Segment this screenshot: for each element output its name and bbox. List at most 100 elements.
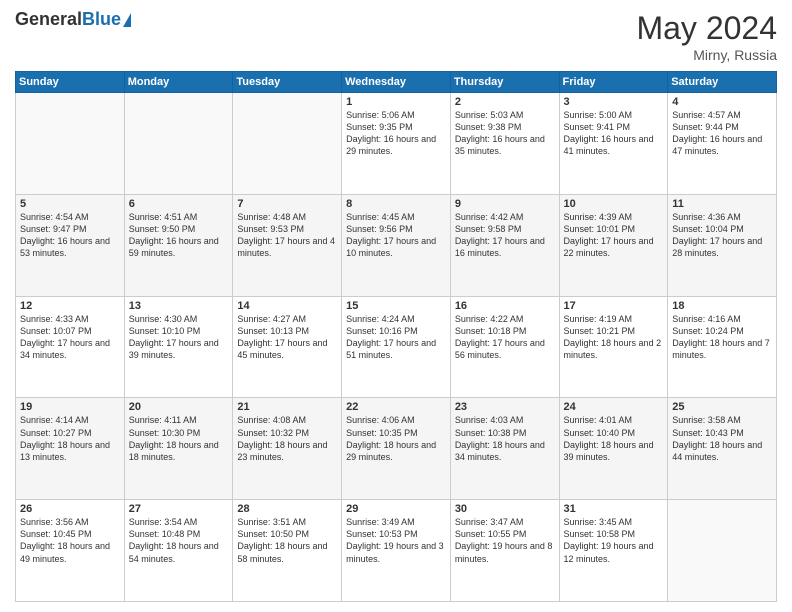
day-info: Sunrise: 4:24 AMSunset: 10:16 PMDaylight… [346, 314, 436, 360]
week-row-2: 5Sunrise: 4:54 AMSunset: 9:47 PMDaylight… [16, 194, 777, 296]
table-cell: 26 Sunrise: 3:56 AMSunset: 10:45 PMDaylig… [16, 500, 125, 602]
col-tuesday: Tuesday [233, 72, 342, 93]
table-cell: 6 Sunrise: 4:51 AMSunset: 9:50 PMDaylight… [124, 194, 233, 296]
day-number: 29 [346, 503, 446, 515]
day-info: Sunrise: 4:06 AMSunset: 10:35 PMDaylight… [346, 415, 436, 461]
day-info: Sunrise: 4:03 AMSunset: 10:38 PMDaylight… [455, 415, 545, 461]
table-cell [668, 500, 777, 602]
day-info: Sunrise: 3:54 AMSunset: 10:48 PMDaylight… [129, 517, 219, 563]
table-cell: 12 Sunrise: 4:33 AMSunset: 10:07 PMDaylig… [16, 296, 125, 398]
table-cell: 8 Sunrise: 4:45 AMSunset: 9:56 PMDaylight… [342, 194, 451, 296]
day-info: Sunrise: 3:58 AMSunset: 10:43 PMDaylight… [672, 415, 762, 461]
day-info: Sunrise: 4:08 AMSunset: 10:32 PMDaylight… [237, 415, 327, 461]
header: GeneralBlue May 2024 Mirny, Russia [15, 10, 777, 63]
table-cell: 23 Sunrise: 4:03 AMSunset: 10:38 PMDaylig… [450, 398, 559, 500]
col-saturday: Saturday [668, 72, 777, 93]
day-info: Sunrise: 4:27 AMSunset: 10:13 PMDaylight… [237, 314, 327, 360]
table-cell: 22 Sunrise: 4:06 AMSunset: 10:35 PMDaylig… [342, 398, 451, 500]
table-cell: 27 Sunrise: 3:54 AMSunset: 10:48 PMDaylig… [124, 500, 233, 602]
table-cell: 20 Sunrise: 4:11 AMSunset: 10:30 PMDaylig… [124, 398, 233, 500]
day-number: 23 [455, 401, 555, 413]
title-location: Mirny, Russia [636, 47, 777, 63]
week-row-3: 12 Sunrise: 4:33 AMSunset: 10:07 PMDaylig… [16, 296, 777, 398]
table-cell [124, 93, 233, 195]
day-info: Sunrise: 4:01 AMSunset: 10:40 PMDaylight… [564, 415, 654, 461]
col-friday: Friday [559, 72, 668, 93]
day-info: Sunrise: 4:48 AMSunset: 9:53 PMDaylight:… [237, 212, 335, 258]
week-row-1: 1Sunrise: 5:06 AMSunset: 9:35 PMDaylight… [16, 93, 777, 195]
day-info: Sunrise: 3:49 AMSunset: 10:53 PMDaylight… [346, 517, 444, 563]
day-info: Sunrise: 4:57 AMSunset: 9:44 PMDaylight:… [672, 110, 762, 156]
day-number: 12 [20, 300, 120, 312]
table-cell: 2 Sunrise: 5:03 AMSunset: 9:38 PMDaylight… [450, 93, 559, 195]
table-cell: 30Sunrise: 3:47 AMSunset: 10:55 PMDaylig… [450, 500, 559, 602]
day-number: 10 [564, 198, 664, 210]
table-cell [16, 93, 125, 195]
day-number: 25 [672, 401, 772, 413]
day-info: Sunrise: 5:06 AMSunset: 9:35 PMDaylight:… [346, 110, 436, 156]
table-cell: 21 Sunrise: 4:08 AMSunset: 10:32 PMDaylig… [233, 398, 342, 500]
day-info: Sunrise: 4:42 AMSunset: 9:58 PMDaylight:… [455, 212, 545, 258]
day-number: 26 [20, 503, 120, 515]
day-number: 24 [564, 401, 664, 413]
day-number: 4 [672, 96, 772, 108]
logo-general: GeneralBlue [15, 10, 121, 30]
day-number: 20 [129, 401, 229, 413]
table-cell: 31Sunrise: 3:45 AMSunset: 10:58 PMDaylig… [559, 500, 668, 602]
day-info: Sunrise: 4:51 AMSunset: 9:50 PMDaylight:… [129, 212, 219, 258]
day-info: Sunrise: 4:14 AMSunset: 10:27 PMDaylight… [20, 415, 110, 461]
day-info: Sunrise: 4:39 AMSunset: 10:01 PMDaylight… [564, 212, 654, 258]
table-cell: 4 Sunrise: 4:57 AMSunset: 9:44 PMDaylight… [668, 93, 777, 195]
page: GeneralBlue May 2024 Mirny, Russia Sunda… [0, 0, 792, 612]
table-cell: 1Sunrise: 5:06 AMSunset: 9:35 PMDaylight… [342, 93, 451, 195]
day-info: Sunrise: 3:56 AMSunset: 10:45 PMDaylight… [20, 517, 110, 563]
table-cell: 15 Sunrise: 4:24 AMSunset: 10:16 PMDaylig… [342, 296, 451, 398]
day-number: 5 [20, 198, 120, 210]
day-info: Sunrise: 4:22 AMSunset: 10:18 PMDaylight… [455, 314, 545, 360]
day-number: 15 [346, 300, 446, 312]
day-info: Sunrise: 4:33 AMSunset: 10:07 PMDaylight… [20, 314, 110, 360]
table-cell: 11 Sunrise: 4:36 AMSunset: 10:04 PMDaylig… [668, 194, 777, 296]
day-number: 8 [346, 198, 446, 210]
day-info: Sunrise: 4:36 AMSunset: 10:04 PMDaylight… [672, 212, 762, 258]
day-number: 9 [455, 198, 555, 210]
day-number: 11 [672, 198, 772, 210]
day-info: Sunrise: 5:00 AMSunset: 9:41 PMDaylight:… [564, 110, 654, 156]
table-cell: 10 Sunrise: 4:39 AMSunset: 10:01 PMDaylig… [559, 194, 668, 296]
day-number: 19 [20, 401, 120, 413]
week-row-4: 19 Sunrise: 4:14 AMSunset: 10:27 PMDaylig… [16, 398, 777, 500]
day-info: Sunrise: 4:16 AMSunset: 10:24 PMDaylight… [672, 314, 770, 360]
table-cell: 29 Sunrise: 3:49 AMSunset: 10:53 PMDaylig… [342, 500, 451, 602]
week-row-5: 26 Sunrise: 3:56 AMSunset: 10:45 PMDaylig… [16, 500, 777, 602]
day-info: Sunrise: 3:51 AMSunset: 10:50 PMDaylight… [237, 517, 327, 563]
table-cell: 9 Sunrise: 4:42 AMSunset: 9:58 PMDaylight… [450, 194, 559, 296]
day-info: Sunrise: 4:45 AMSunset: 9:56 PMDaylight:… [346, 212, 436, 258]
table-cell: 25 Sunrise: 3:58 AMSunset: 10:43 PMDaylig… [668, 398, 777, 500]
day-number: 2 [455, 96, 555, 108]
logo-triangle-icon [123, 13, 131, 27]
col-monday: Monday [124, 72, 233, 93]
table-cell: 28 Sunrise: 3:51 AMSunset: 10:50 PMDaylig… [233, 500, 342, 602]
day-info: Sunrise: 5:03 AMSunset: 9:38 PMDaylight:… [455, 110, 545, 156]
calendar-header-row: Sunday Monday Tuesday Wednesday Thursday… [16, 72, 777, 93]
table-cell: 18Sunrise: 4:16 AMSunset: 10:24 PMDaylig… [668, 296, 777, 398]
day-number: 28 [237, 503, 337, 515]
table-cell: 16 Sunrise: 4:22 AMSunset: 10:18 PMDaylig… [450, 296, 559, 398]
table-cell: 3 Sunrise: 5:00 AMSunset: 9:41 PMDaylight… [559, 93, 668, 195]
day-number: 16 [455, 300, 555, 312]
table-cell: 7Sunrise: 4:48 AMSunset: 9:53 PMDaylight… [233, 194, 342, 296]
calendar-table: Sunday Monday Tuesday Wednesday Thursday… [15, 71, 777, 602]
table-cell: 5Sunrise: 4:54 AMSunset: 9:47 PMDaylight… [16, 194, 125, 296]
day-number: 17 [564, 300, 664, 312]
day-number: 6 [129, 198, 229, 210]
table-cell: 24 Sunrise: 4:01 AMSunset: 10:40 PMDaylig… [559, 398, 668, 500]
day-number: 22 [346, 401, 446, 413]
day-number: 21 [237, 401, 337, 413]
day-number: 14 [237, 300, 337, 312]
day-number: 3 [564, 96, 664, 108]
day-info: Sunrise: 3:47 AMSunset: 10:55 PMDaylight… [455, 517, 553, 563]
day-info: Sunrise: 4:11 AMSunset: 10:30 PMDaylight… [129, 415, 219, 461]
day-number: 27 [129, 503, 229, 515]
table-cell: 17Sunrise: 4:19 AMSunset: 10:21 PMDaylig… [559, 296, 668, 398]
title-month-year: May 2024 [636, 10, 777, 47]
